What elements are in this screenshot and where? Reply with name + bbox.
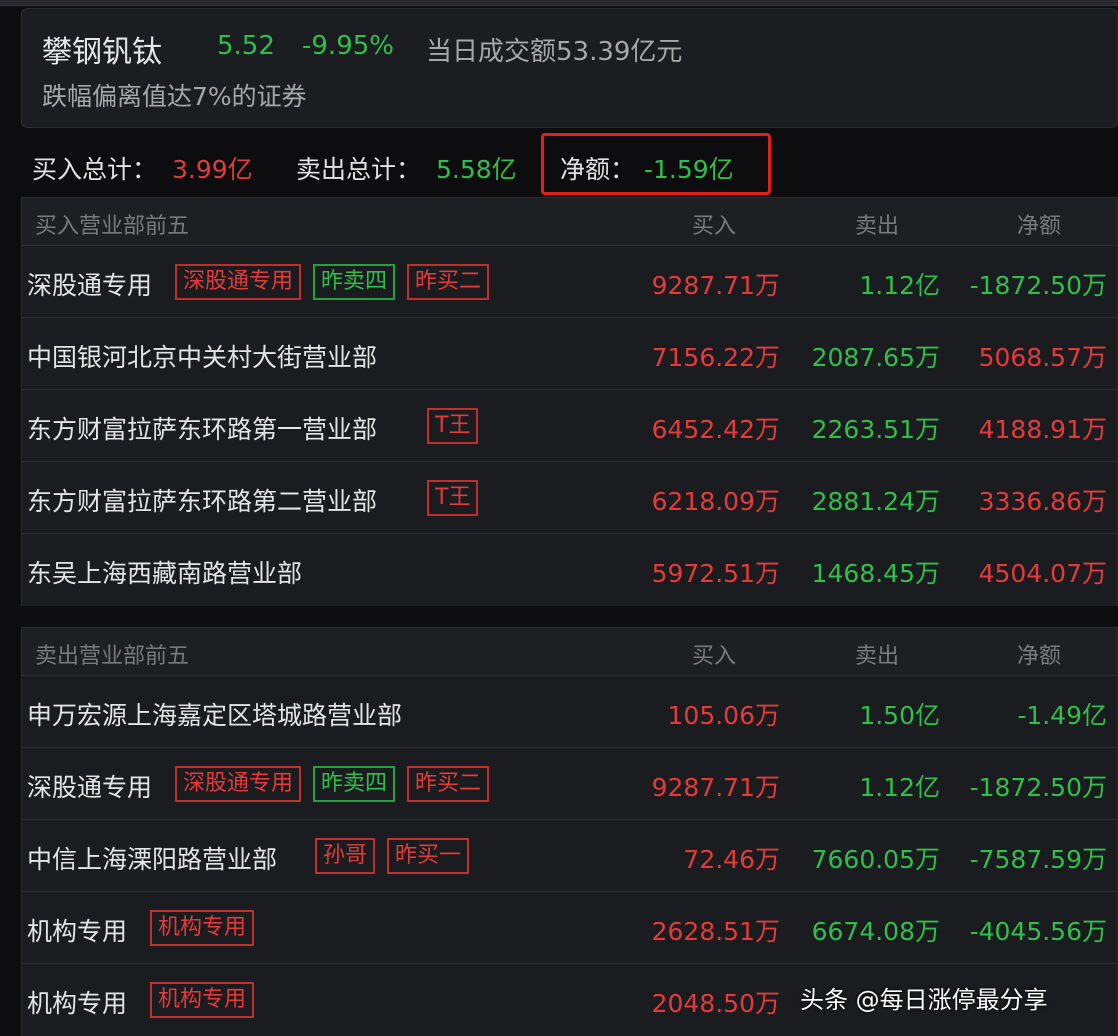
buy-section-title: 买入营业部前五 <box>35 214 190 239</box>
net-amount: -1872.50万 <box>969 773 1107 802</box>
broker-name[interactable]: 机构专用 <box>27 984 127 1020</box>
table-row[interactable]: 中信上海溧阳路营业部 孙哥 昨买一 72.46万 7660.05万 -7587.59万 <box>22 820 1117 892</box>
col-buy-header: 买入 <box>691 214 736 239</box>
buy-amount: 2048.50万 <box>651 989 780 1018</box>
broker-name[interactable]: 东方财富拉萨东环路第一营业部 <box>27 410 377 446</box>
broker-tag[interactable]: 机构专用 <box>150 910 255 946</box>
broker-name[interactable]: 深股通专用 <box>27 266 152 302</box>
broker-name[interactable]: 深股通专用 <box>27 768 152 804</box>
sell-section: 卖出营业部前五 买入 卖出 净额 申万宏源上海嘉定区塔城路营业部 105.06万 1… <box>21 627 1118 1036</box>
table-row[interactable]: 深股通专用 深股通专用 昨卖四 昨买二 9287.71万 1.12亿 -1872.50万 <box>22 748 1117 820</box>
net-amount: -1.49亿 <box>1017 701 1107 730</box>
sell-section-header: 卖出营业部前五 买入 卖出 净额 <box>22 628 1117 676</box>
sell-total-value: 5.58亿 <box>436 155 517 184</box>
broker-tags: 深股通专用 昨卖四 昨买二 <box>175 264 490 300</box>
net-amount: -4045.56万 <box>969 917 1107 946</box>
broker-tags: 机构专用 <box>150 982 255 1018</box>
net-amount: -1872.50万 <box>969 271 1107 300</box>
stock-turnover: 当日成交额53.39亿元 <box>426 37 683 67</box>
stock-name[interactable]: 攀钢钒钛 <box>42 27 162 71</box>
broker-tag[interactable]: 深股通专用 <box>175 766 302 802</box>
col-sell-header: 卖出 <box>854 214 899 239</box>
buy-section: 买入营业部前五 买入 卖出 净额 深股通专用 深股通专用 昨卖四 昨买二 9287.71… <box>21 197 1118 606</box>
broker-tag[interactable]: 机构专用 <box>150 982 255 1018</box>
buy-amount: 2628.51万 <box>651 917 780 946</box>
broker-name[interactable]: 中国银河北京中关村大街营业部 <box>27 338 377 374</box>
top-bar <box>0 0 1118 6</box>
buy-amount: 9287.71万 <box>651 773 780 802</box>
broker-name[interactable]: 东方财富拉萨东环路第二营业部 <box>27 482 377 518</box>
net-amount: 5068.57万 <box>978 343 1107 372</box>
table-row[interactable]: 深股通专用 深股通专用 昨卖四 昨买二 9287.71万 1.12亿 -1872.50万 <box>22 246 1117 318</box>
sell-total-label: 卖出总计： <box>296 155 422 184</box>
stock-change: -9.95% <box>302 31 394 61</box>
broker-tag[interactable]: 孙哥 <box>315 838 376 874</box>
table-row[interactable]: 申万宏源上海嘉定区塔城路营业部 105.06万 1.50亿 -1.49亿 <box>22 676 1117 748</box>
buy-amount: 6452.42万 <box>651 415 780 444</box>
broker-tags: T王 <box>427 480 479 516</box>
stock-price: 5.52 <box>217 31 275 61</box>
broker-tags: 孙哥 昨买一 <box>315 838 470 874</box>
sell-section-title: 卖出营业部前五 <box>35 644 190 669</box>
broker-name[interactable]: 申万宏源上海嘉定区塔城路营业部 <box>27 696 402 732</box>
col-buy-header: 买入 <box>691 644 736 669</box>
sell-amount: 6674.08万 <box>811 917 940 946</box>
buy-section-header: 买入营业部前五 买入 卖出 净额 <box>22 198 1117 246</box>
stock-header: 攀钢钒钛 5.52 -9.95% 当日成交额53.39亿元 跌幅偏离值达7%的证… <box>21 8 1118 128</box>
buy-amount: 105.06万 <box>667 701 780 730</box>
buy-amount: 7156.22万 <box>651 343 780 372</box>
broker-tags: 机构专用 <box>150 910 255 946</box>
buy-rows: 深股通专用 深股通专用 昨卖四 昨买二 9287.71万 1.12亿 -1872.50万 中国… <box>22 246 1117 606</box>
broker-tag[interactable]: T王 <box>427 480 479 516</box>
table-row[interactable]: 中国银河北京中关村大街营业部 7156.22万 2087.65万 5068.57万 <box>22 318 1117 390</box>
buy-total-value: 3.99亿 <box>172 155 253 184</box>
net-highlight-box <box>541 133 771 195</box>
net-amount: -7587.59万 <box>969 845 1107 874</box>
net-amount: 4188.91万 <box>978 415 1107 444</box>
sell-amount: 1468.45万 <box>811 559 940 588</box>
col-sell-header: 卖出 <box>854 644 899 669</box>
broker-tags: T王 <box>427 408 479 444</box>
sell-amount: 1.12亿 <box>859 773 940 802</box>
table-row[interactable]: 东吴上海西藏南路营业部 5972.51万 1468.45万 4504.07万 <box>22 534 1117 606</box>
sell-amount: 7660.05万 <box>811 845 940 874</box>
sell-amount: 2263.51万 <box>811 415 940 444</box>
broker-name[interactable]: 中信上海溧阳路营业部 <box>27 840 277 876</box>
broker-name[interactable]: 东吴上海西藏南路营业部 <box>27 554 302 590</box>
table-row[interactable]: 机构专用 机构专用 2628.51万 6674.08万 -4045.56万 <box>22 892 1117 964</box>
broker-tag[interactable]: 深股通专用 <box>175 264 302 300</box>
net-amount: 3336.86万 <box>978 487 1107 516</box>
broker-tag[interactable]: 昨卖四 <box>313 264 396 300</box>
buy-amount: 72.46万 <box>683 845 780 874</box>
broker-tag[interactable]: 昨卖四 <box>313 766 396 802</box>
table-row[interactable]: 东方财富拉萨东环路第一营业部 T王 6452.42万 2263.51万 4188.91万 <box>22 390 1117 462</box>
table-row[interactable]: 东方财富拉萨东环路第二营业部 T王 6218.09万 2881.24万 3336.86万 <box>22 462 1117 534</box>
broker-name[interactable]: 机构专用 <box>27 912 127 948</box>
broker-tag[interactable]: T王 <box>427 408 479 444</box>
broker-tag[interactable]: 昨买一 <box>387 838 470 874</box>
sell-amount: 1.50亿 <box>859 701 940 730</box>
col-net-header: 净额 <box>1016 644 1061 669</box>
buy-amount: 5972.51万 <box>651 559 780 588</box>
buy-amount: 9287.71万 <box>651 271 780 300</box>
broker-tag[interactable]: 昨买二 <box>407 264 490 300</box>
sell-amount: 2881.24万 <box>811 487 940 516</box>
broker-tag[interactable]: 昨买二 <box>407 766 490 802</box>
col-net-header: 净额 <box>1016 214 1061 239</box>
broker-tags: 深股通专用 昨卖四 昨买二 <box>175 766 490 802</box>
net-amount: 4504.07万 <box>978 559 1107 588</box>
buy-total-label: 买入总计： <box>32 155 158 184</box>
sell-amount: 2087.65万 <box>811 343 940 372</box>
watermark: 头条 @每日涨停最分享 <box>800 986 1048 1014</box>
listing-reason: 跌幅偏离值达7%的证券 <box>42 82 307 111</box>
sell-amount: 1.12亿 <box>859 271 940 300</box>
buy-amount: 6218.09万 <box>651 487 780 516</box>
